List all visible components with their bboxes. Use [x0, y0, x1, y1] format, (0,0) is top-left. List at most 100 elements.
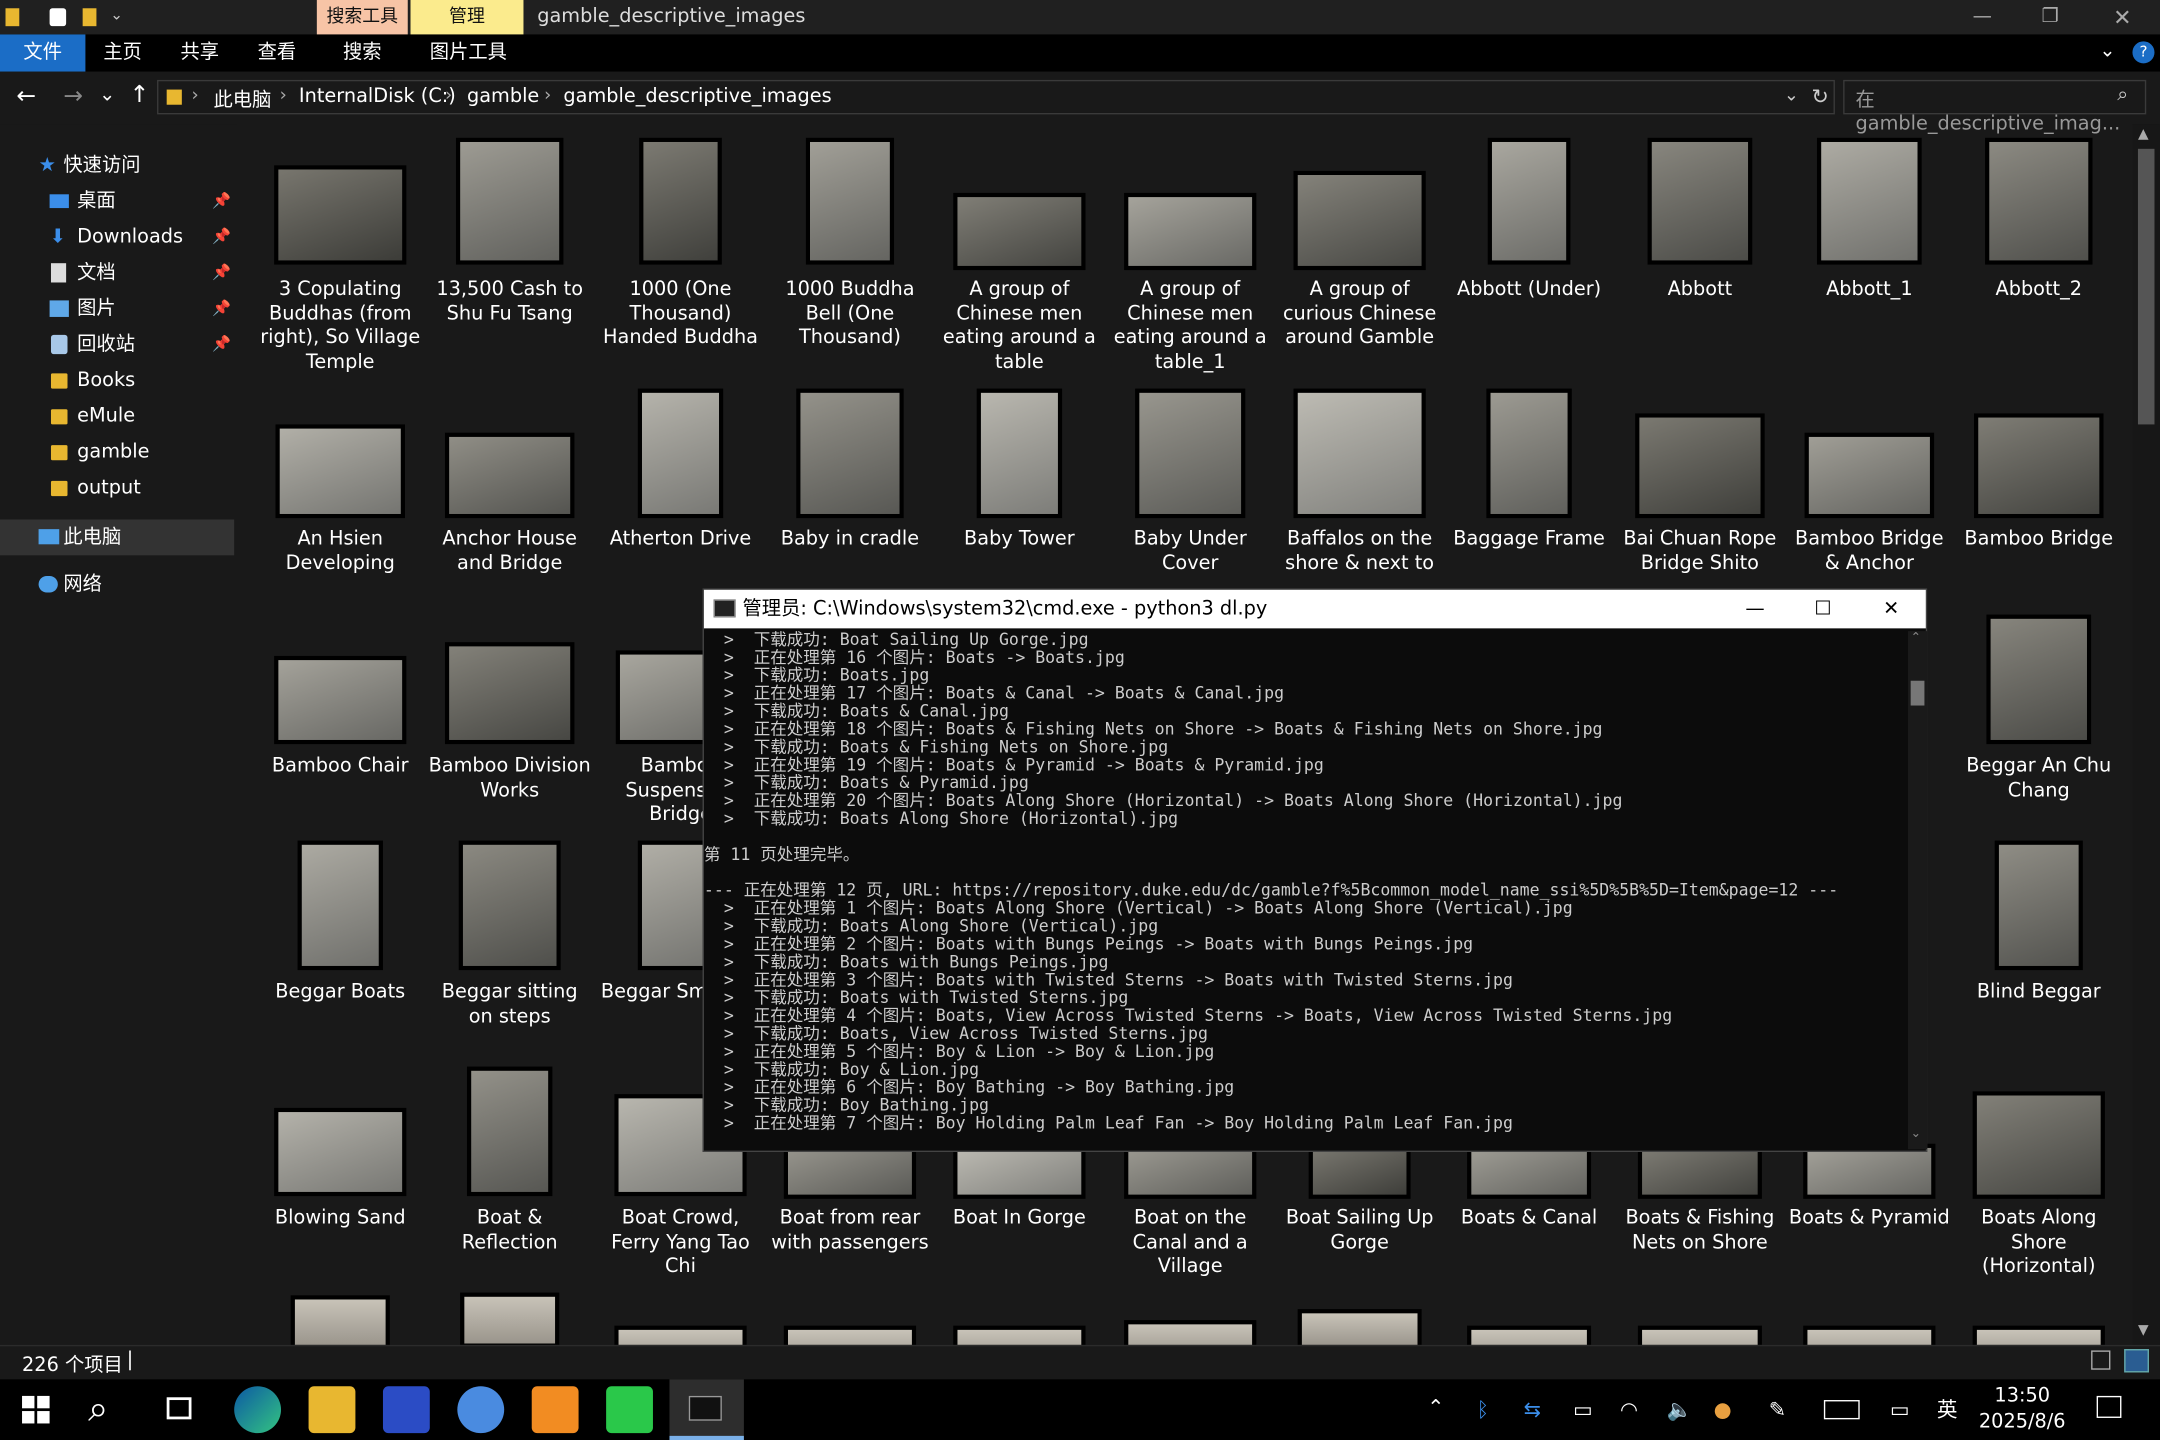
file-explorer-icon[interactable] — [308, 1386, 356, 1434]
file-item[interactable]: Boats & Pyramid — [1788, 124, 1951, 1229]
file-item[interactable]: Boat Sailing Up Gorge — [1278, 124, 1441, 1253]
pin-icon[interactable]: 📌 — [212, 291, 231, 327]
customize-qat-icon[interactable]: ⌄ — [110, 6, 123, 24]
sidebar-item-desktop[interactable]: 桌面 📌 — [0, 183, 234, 219]
details-view-icon[interactable] — [2091, 1350, 2111, 1370]
volume-icon[interactable]: 🔈 — [1667, 1395, 1693, 1425]
ctx-manage[interactable]: 管理 — [410, 0, 524, 35]
recent-locations-icon[interactable]: ⌄ — [99, 84, 115, 106]
sidebar-item-output[interactable]: output — [0, 470, 234, 506]
windows-start-icon[interactable] — [22, 1395, 50, 1424]
tab-search[interactable]: 搜索 — [328, 34, 397, 71]
cmd-close-button[interactable]: ✕ — [1883, 590, 1899, 629]
sidebar-item-documents[interactable]: 文档 📌 — [0, 255, 234, 291]
pin-icon[interactable]: 📌 — [212, 183, 231, 219]
image-thumbnail[interactable] — [1124, 1320, 1257, 1345]
vertical-scrollbar[interactable]: ▲ ▼ — [2132, 124, 2160, 1345]
help-icon[interactable]: ? — [2132, 41, 2155, 64]
file-item[interactable]: Boats Along Shore (Horizontal) — [1957, 124, 2120, 1277]
cat-app-icon[interactable]: ● — [1714, 1395, 1732, 1425]
tab-file[interactable]: 文件 — [0, 34, 86, 72]
tab-view[interactable]: 查看 — [245, 34, 308, 71]
file-item[interactable]: Boat In Gorge — [938, 124, 1101, 1229]
sidebar-item-network[interactable]: 网络 — [0, 566, 234, 602]
sidebar-item-downloads[interactable]: ⬇ Downloads 📌 — [0, 219, 234, 255]
forward-icon[interactable]: → — [63, 83, 83, 111]
sidebar-item-pictures[interactable]: 图片 📌 — [0, 291, 234, 327]
breadcrumb-drive[interactable]: InternalDisk (C:) — [299, 85, 456, 107]
battery-icon[interactable]: ▭ — [1573, 1395, 1593, 1425]
wifi-icon[interactable]: ◠ — [1620, 1395, 1638, 1425]
sidebar-item-this-pc[interactable]: 此电脑 — [0, 519, 235, 556]
cmd-scrollbar[interactable]: ⌃ ⌄ — [1907, 631, 1928, 1150]
back-icon[interactable]: ← — [17, 83, 37, 111]
breadcrumb-this-pc[interactable]: 此电脑 — [214, 85, 272, 113]
save-app-icon[interactable] — [382, 1386, 430, 1434]
pen-icon[interactable]: ✎ — [1769, 1395, 1786, 1425]
search-icon[interactable]: ⌕ — [2117, 84, 2128, 106]
scroll-down-icon[interactable]: ▼ — [2138, 1323, 2149, 1338]
cmd-minimize-button[interactable]: — — [1745, 590, 1764, 629]
sidebar-item-recycle-bin[interactable]: 回收站 📌 — [0, 327, 234, 363]
console-output[interactable]: > 下载成功: Boat Sailing Up Gorge.jpg > 正在处理… — [704, 631, 1908, 1149]
scroll-down-icon[interactable]: ⌄ — [1911, 1127, 1921, 1141]
image-thumbnail[interactable] — [783, 1325, 917, 1345]
scroll-up-icon[interactable]: ▲ — [2138, 127, 2149, 142]
sublime-text-icon[interactable] — [531, 1386, 579, 1434]
tablet-mode-icon[interactable]: ▭ — [1890, 1395, 1910, 1425]
tab-picture-tools[interactable]: 图片工具 — [422, 34, 516, 71]
clock[interactable]: 13:50 2025/8/6 — [1973, 1384, 2072, 1436]
cmd-taskbar-button[interactable] — [669, 1379, 744, 1440]
sidebar-quick-access[interactable]: ★ 快速访问 — [0, 147, 234, 183]
task-view-icon[interactable] — [166, 1397, 192, 1420]
pin-icon[interactable]: 📌 — [212, 327, 231, 363]
file-item[interactable]: Boats & Fishing Nets on Shore — [1619, 124, 1782, 1253]
refresh-icon[interactable]: ↻ — [1811, 84, 1828, 109]
search-box[interactable]: 在 gamble_descriptive_imag... ⌕ — [1843, 79, 2147, 135]
breadcrumb-gamble[interactable]: gamble — [467, 85, 539, 107]
wechat-icon[interactable] — [606, 1386, 653, 1434]
breadcrumb-current[interactable]: gamble_descriptive_images — [563, 85, 831, 107]
ribbon-expand-icon[interactable]: ⌄ — [2099, 40, 2115, 62]
image-thumbnail[interactable] — [614, 1325, 747, 1345]
close-button[interactable]: ✕ — [2113, 0, 2131, 34]
remote-desktop-icon[interactable]: ⇆ — [1524, 1395, 1541, 1425]
properties-icon[interactable] — [49, 8, 67, 27]
scroll-thumb[interactable] — [2137, 148, 2155, 425]
edge-icon[interactable] — [234, 1386, 282, 1434]
scroll-up-icon[interactable]: ⌃ — [1911, 631, 1921, 645]
address-box[interactable]: › 此电脑 › InternalDisk (C:) › gamble › gam… — [157, 79, 1835, 115]
file-item[interactable]: Boats & Canal — [1448, 124, 1611, 1229]
image-thumbnail[interactable] — [1972, 1325, 2105, 1345]
tab-share[interactable]: 共享 — [168, 34, 231, 71]
image-thumbnail[interactable] — [290, 1295, 390, 1345]
ime-indicator[interactable]: 英 — [1937, 1395, 1958, 1425]
sidebar-item-emule[interactable]: eMule — [0, 398, 234, 434]
search-icon[interactable]: ⌕ — [88, 1389, 108, 1432]
file-item[interactable]: Boat from rear with passengers — [769, 124, 932, 1253]
image-thumbnail[interactable] — [460, 1292, 560, 1345]
file-item[interactable]: Boat on the Canal and a Village — [1109, 124, 1272, 1277]
image-thumbnail[interactable] — [1297, 1309, 1422, 1345]
image-thumbnail[interactable] — [1637, 1325, 1762, 1345]
show-hidden-icons-icon[interactable]: ⌃ — [1427, 1392, 1444, 1422]
pin-icon[interactable]: 📌 — [212, 255, 231, 291]
notifications-icon[interactable] — [2096, 1395, 2122, 1418]
image-thumbnail[interactable] — [953, 1325, 1086, 1345]
pin-icon[interactable]: 📌 — [212, 219, 231, 255]
file-item[interactable]: Blowing Sand — [259, 124, 422, 1229]
cmd-scroll-thumb[interactable] — [1910, 680, 1925, 706]
bluetooth-icon[interactable]: ᛒ — [1477, 1395, 1489, 1425]
sidebar-item-books[interactable]: Books — [0, 362, 234, 398]
ctx-search-tools[interactable]: 搜索工具 — [316, 0, 408, 35]
sidebar-item-gamble[interactable]: gamble — [0, 434, 234, 470]
new-folder-icon[interactable] — [82, 8, 97, 27]
restore-button[interactable]: ❐ — [2042, 0, 2059, 34]
image-thumbnail[interactable] — [1803, 1325, 1936, 1345]
minimize-button[interactable]: — — [1973, 0, 1992, 34]
cmd-maximize-button[interactable]: ☐ — [1814, 590, 1831, 629]
thumbnail-view-icon[interactable] — [2124, 1349, 2149, 1373]
up-icon[interactable]: ↑ — [129, 81, 149, 109]
tab-home[interactable]: 主页 — [91, 34, 154, 71]
qbittorrent-icon[interactable] — [457, 1386, 505, 1434]
